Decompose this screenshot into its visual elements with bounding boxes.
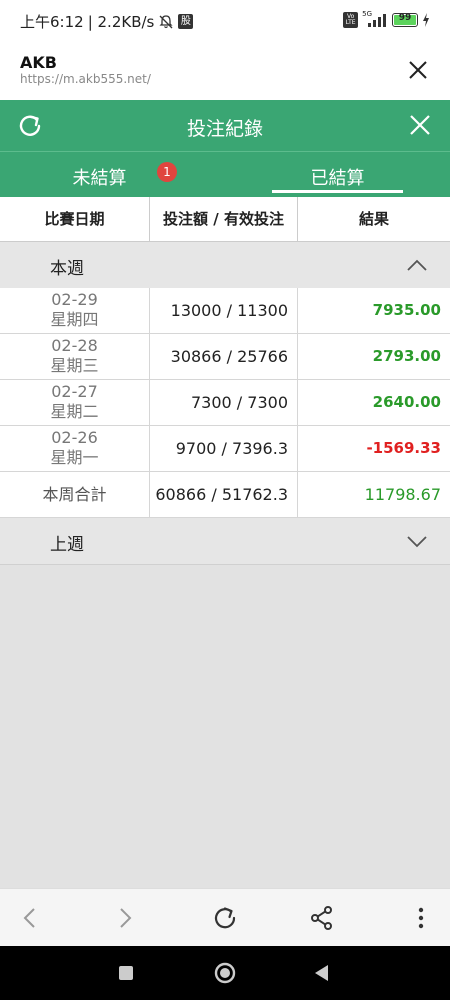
result-cell: -1569.33 [366, 439, 441, 457]
back-nav-icon[interactable] [311, 962, 333, 984]
result-cell: 2793.00 [372, 347, 441, 365]
table-row: 02-29 星期四 13000 / 11300 7935.00 [0, 288, 450, 334]
close-icon[interactable] [408, 113, 432, 137]
date-cell: 02-26 星期一 [0, 426, 150, 471]
amount-cell: 9700 / 7396.3 [150, 426, 298, 471]
row-weekday: 星期一 [50, 448, 99, 467]
tab-bar: 未結算 1 已結算 [0, 151, 450, 198]
table-row: 02-27 星期二 7300 / 7300 2640.00 [0, 380, 450, 426]
page-header: 投注紀錄 [0, 100, 450, 151]
date-cell: 02-28 星期三 [0, 334, 150, 379]
status-left: 上午6:12 | 2.2KB/s 股 [20, 11, 194, 32]
share-icon[interactable] [308, 904, 336, 932]
browser-nav-bar [0, 888, 450, 947]
status-right: Vo LTE 5G 99 [343, 10, 430, 28]
row-weekday: 星期二 [50, 402, 99, 421]
battery-icon: 99 [392, 13, 418, 27]
table-row: 02-26 星期一 9700 / 7396.3 -1569.33 [0, 426, 450, 472]
result-cell: 7935.00 [372, 301, 441, 319]
amount-cell: 7300 / 7300 [150, 380, 298, 425]
site-title: AKB [20, 53, 57, 72]
system-nav-bar [0, 946, 450, 1000]
tab-unsettled[interactable]: 未結算 1 [0, 152, 225, 198]
bet-table-body: 02-29 星期四 13000 / 11300 7935.00 02-28 星期… [0, 288, 450, 518]
row-date: 02-27 [51, 382, 98, 401]
row-weekday: 星期三 [50, 356, 99, 375]
tab-unsettled-label: 未結算 [72, 168, 127, 189]
row-weekday: 星期四 [50, 310, 99, 329]
chevron-up-icon [407, 259, 427, 271]
column-header-result: 結果 [358, 210, 389, 228]
network-label: 5G [362, 10, 372, 18]
more-vert-icon[interactable] [407, 904, 435, 932]
forward-icon[interactable] [111, 904, 139, 932]
chevron-down-icon [407, 536, 427, 548]
status-time: 上午6:12 [20, 13, 84, 31]
result-cell: 2640.00 [372, 393, 441, 411]
status-bar: 上午6:12 | 2.2KB/s 股 Vo LTE 5G 99 [0, 0, 450, 44]
unsettled-count-badge: 1 [157, 162, 177, 182]
charging-icon [423, 13, 429, 27]
battery-level: 99 [398, 13, 412, 23]
volte-badge: Vo LTE [343, 12, 359, 28]
total-result: 11798.67 [364, 485, 441, 504]
total-label: 本周合計 [0, 472, 150, 517]
date-cell: 02-27 星期二 [0, 380, 150, 425]
reload-icon[interactable] [211, 904, 239, 932]
date-cell: 02-29 星期四 [0, 288, 150, 333]
site-url: https://m.akb555.net/ [20, 72, 151, 86]
column-header-date: 比賽日期 [0, 197, 150, 241]
tab-settled[interactable]: 已結算 [225, 152, 450, 198]
amount-cell: 13000 / 11300 [150, 288, 298, 333]
active-tab-indicator [272, 190, 403, 193]
bell-off-icon [159, 14, 173, 28]
total-amount: 60866 / 51762.3 [150, 472, 298, 517]
table-row: 02-28 星期三 30866 / 25766 2793.00 [0, 334, 450, 380]
back-icon[interactable] [16, 904, 44, 932]
browser-toolbar: AKB https://m.akb555.net/ [0, 44, 450, 100]
tab-settled-label: 已結算 [310, 168, 365, 189]
total-row: 本周合計 60866 / 51762.3 11798.67 [0, 472, 450, 518]
row-date: 02-28 [51, 336, 98, 355]
row-date: 02-29 [51, 290, 98, 309]
recent-apps-icon[interactable] [115, 962, 137, 984]
group-label: 本週 [50, 259, 84, 279]
column-header-amount: 投注額 / 有效投注 [150, 197, 298, 241]
home-icon[interactable] [214, 962, 236, 984]
group-this-week[interactable]: 本週 [0, 242, 450, 288]
row-date: 02-26 [51, 428, 98, 447]
group-last-week[interactable]: 上週 [0, 518, 450, 565]
page-title: 投注紀錄 [186, 118, 263, 140]
status-speed: | 2.2KB/s [87, 12, 155, 31]
close-icon[interactable] [406, 58, 430, 82]
table-header: 比賽日期 投注額 / 有效投注 結果 [0, 197, 450, 242]
group-label: 上週 [50, 535, 84, 555]
amount-cell: 30866 / 25766 [150, 334, 298, 379]
sim-badge: 股 [178, 14, 194, 29]
